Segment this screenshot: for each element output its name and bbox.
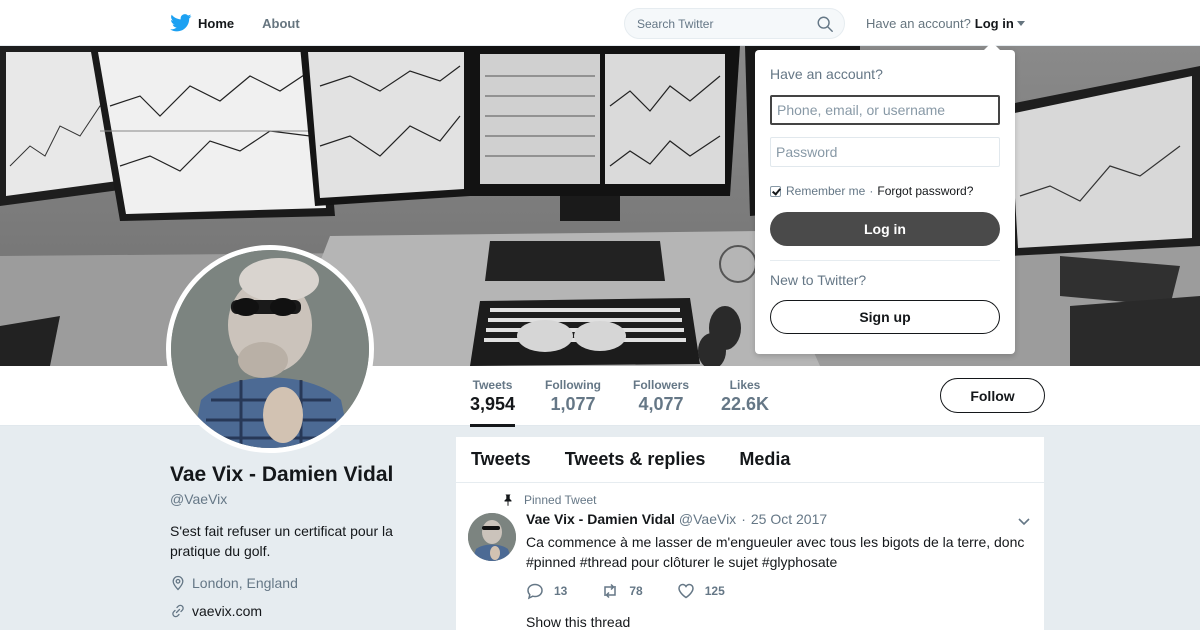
nav-home-link[interactable]: Home	[170, 14, 234, 32]
avatar-portrait-illustration	[171, 250, 369, 448]
remember-me-checkbox[interactable]	[770, 185, 781, 197]
login-dropdown: Have an account? Remember me · Forgot pa…	[755, 42, 1015, 354]
account-menu: Have an account? Log in	[866, 16, 1025, 31]
stat-following-label: Following	[545, 378, 601, 392]
login-button[interactable]: Log in	[770, 212, 1000, 246]
pinned-tweet-text: Pinned Tweet	[524, 493, 597, 507]
stat-likes[interactable]: Likes 22.6K	[721, 378, 769, 415]
profile-handle[interactable]: @VaeVix	[170, 491, 227, 507]
stat-followers-label: Followers	[633, 378, 690, 392]
nav-about-link[interactable]: About	[262, 16, 300, 31]
tweet-author-handle[interactable]: @VaeVix	[679, 511, 736, 527]
tab-media[interactable]: Media	[739, 449, 790, 470]
retweet-icon	[604, 583, 617, 599]
heart-icon	[677, 583, 694, 599]
login-dropdown-title: Have an account?	[770, 66, 883, 82]
like-button[interactable]: 125	[677, 582, 725, 600]
remember-separator: ·	[869, 184, 874, 198]
retweet-button[interactable]: 78	[601, 582, 643, 600]
stat-tweets[interactable]: Tweets 3,954	[470, 378, 516, 427]
tweet-avatar[interactable]	[468, 513, 516, 561]
stat-followers[interactable]: Followers 4,077	[633, 378, 689, 415]
show-thread-link[interactable]: Show this thread	[526, 614, 630, 630]
stat-following[interactable]: Following 1,077	[545, 378, 601, 415]
chevron-down-icon[interactable]	[1016, 513, 1032, 529]
tweet-text: Ca commence à me lasser de m'engueuler a…	[526, 534, 1025, 570]
location-pin-icon	[172, 575, 184, 591]
top-navigation-bar: Home About Have an account? Log in	[0, 0, 1200, 46]
remember-me-row: Remember me · Forgot password?	[770, 184, 973, 198]
search-icon[interactable]	[816, 15, 834, 33]
nav-links: Home About	[170, 0, 328, 46]
reply-button[interactable]: 13	[526, 582, 567, 600]
stat-tweets-label: Tweets	[472, 378, 513, 392]
stat-likes-value: 22.6K	[721, 394, 770, 414]
nav-home-label: Home	[198, 15, 235, 31]
pin-icon	[504, 494, 512, 506]
stat-tweets-value: 3,954	[470, 394, 516, 414]
have-account-text: Have an account?	[866, 16, 971, 31]
username-field[interactable]	[770, 95, 1000, 125]
link-icon	[172, 604, 184, 618]
chevron-down-icon[interactable]	[1016, 21, 1025, 26]
stat-following-value: 1,077	[550, 394, 596, 414]
tweet-actions: 13 78 125	[526, 582, 759, 600]
login-dropdown-toggle[interactable]: Log in	[975, 16, 1014, 31]
profile-location-text: London, England	[192, 575, 298, 591]
profile-avatar[interactable]	[166, 245, 374, 453]
dropdown-divider	[770, 260, 1000, 261]
tweet-header: Vae Vix - Damien Vidal @VaeVix · 25 Oct …	[526, 511, 827, 527]
remember-me-label[interactable]: Remember me	[786, 184, 865, 198]
retweet-count: 78	[629, 584, 643, 598]
nav-about-label: About	[262, 15, 300, 31]
tweet-separator: ·	[741, 511, 746, 527]
timeline-tabs: Tweets Tweets & replies Media	[456, 437, 1044, 483]
new-to-twitter-text: New to Twitter?	[770, 272, 867, 288]
tweet-avatar-portrait	[468, 513, 516, 561]
forgot-password-link[interactable]: Forgot password?	[877, 184, 973, 198]
search-box[interactable]	[624, 8, 845, 39]
profile-url-link[interactable]: vaevix.com	[170, 603, 262, 619]
tweet-author-name[interactable]: Vae Vix - Damien Vidal	[526, 511, 675, 527]
profile-bio: S'est fait refuser un certificat pour la…	[170, 523, 393, 559]
reply-icon	[527, 583, 543, 600]
password-field[interactable]	[770, 137, 1000, 167]
follow-button[interactable]: Follow	[940, 378, 1045, 413]
profile-url-text: vaevix.com	[192, 603, 263, 619]
search-input[interactable]	[637, 16, 807, 31]
timeline-panel: Tweets Tweets & replies Media Pinned Twe…	[456, 437, 1044, 630]
tab-tweets[interactable]: Tweets	[471, 449, 531, 470]
signup-button[interactable]: Sign up	[770, 300, 1000, 334]
like-count: 125	[704, 584, 725, 598]
stat-followers-value: 4,077	[638, 394, 684, 414]
pinned-tweet-label: Pinned Tweet	[502, 493, 597, 507]
tweet-date[interactable]: 25 Oct 2017	[751, 511, 827, 527]
tab-tweets-and-replies[interactable]: Tweets & replies	[565, 449, 706, 470]
profile-location: London, England	[170, 575, 298, 591]
profile-name[interactable]: Vae Vix - Damien Vidal	[170, 463, 393, 487]
twitter-bird-icon	[170, 14, 192, 32]
reply-count: 13	[554, 584, 568, 598]
stat-likes-label: Likes	[729, 378, 761, 392]
